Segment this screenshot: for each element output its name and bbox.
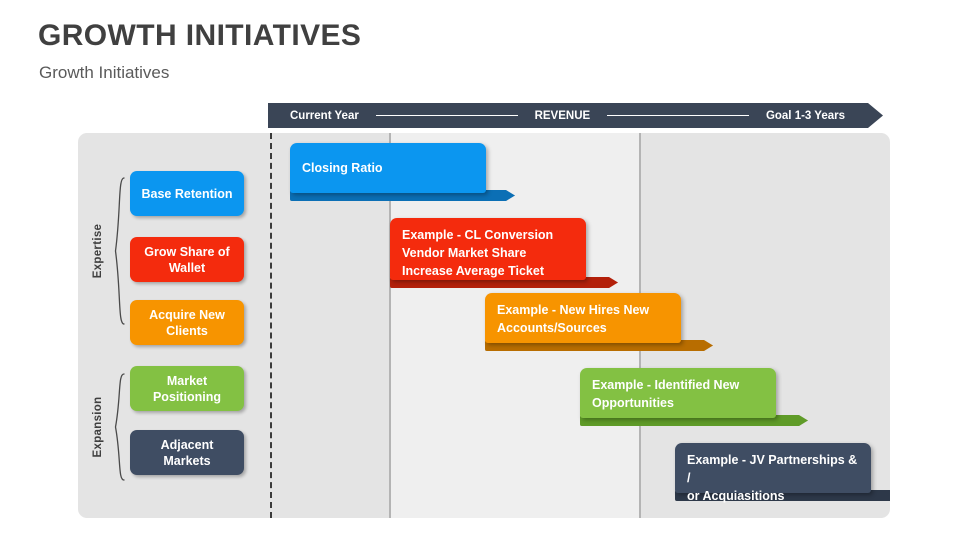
banner-label-revenue: REVENUE xyxy=(534,109,591,122)
initiative-line: or Acquiasitions xyxy=(687,489,785,503)
banner-label-goal: Goal 1-3 Years xyxy=(765,109,845,122)
growth-initiatives-panel: Expertise Expansion Base Retention Grow … xyxy=(78,133,890,518)
initiative-card-example-jv-partnerships[interactable]: Example - JV Partnerships & / or Acquiasi… xyxy=(675,443,871,503)
banner-rule-left xyxy=(375,115,518,116)
banner-rule-right xyxy=(607,115,749,116)
banner-label-current-year: Current Year xyxy=(290,109,359,122)
page-title: GROWTH INITIATIVES xyxy=(38,19,362,52)
page-subtitle: Growth Initiatives xyxy=(39,63,170,82)
revenue-timeline-banner: Current Year REVENUE Goal 1-3 Years xyxy=(268,103,883,128)
initiative-line: Example - JV Partnerships & / xyxy=(687,453,858,485)
initiative-row-example-jv-partnerships: Example - JV Partnerships & / or Acquiasi… xyxy=(78,133,890,518)
